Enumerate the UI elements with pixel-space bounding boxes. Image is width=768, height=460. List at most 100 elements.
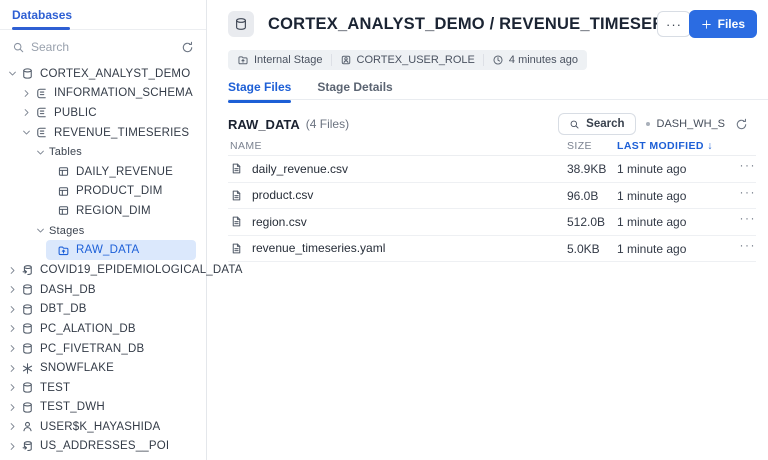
file-name: daily_revenue.csv	[252, 162, 348, 176]
clock-icon	[492, 54, 504, 66]
chevron-right-icon[interactable]	[21, 87, 35, 99]
stage-metadata-badges: Internal Stage CORTEX_USER_ROLE 4 minutes …	[228, 50, 587, 70]
file-last-modified: 1 minute ago	[617, 189, 686, 203]
chevron-right-icon[interactable]	[21, 107, 35, 119]
badge-label: 4 minutes ago	[509, 54, 578, 66]
stage-detail-main: CORTEX_ANALYST_DEMO / REVENUE_TIMESERIES…	[208, 0, 768, 460]
sidebar-item-test-dwh[interactable]: TEST_DWH	[0, 398, 206, 418]
chevron-right-icon[interactable]	[7, 343, 21, 355]
row-menu-button[interactable]: ···	[740, 238, 757, 252]
schema-icon	[35, 87, 48, 100]
sidebar-item-label: PC_FIVETRAN_DB	[40, 343, 144, 355]
sidebar-item-covid19-epidemiological-data[interactable]: COVID19_EPIDEMIOLOGICAL_DATA	[0, 260, 206, 280]
row-menu-button[interactable]: ···	[740, 185, 757, 199]
sidebar-item-label: TEST	[40, 382, 70, 394]
badge-label: Internal Stage	[254, 54, 323, 66]
database-icon	[21, 303, 34, 316]
chevron-down-icon[interactable]	[7, 68, 21, 80]
sidebar-item-dbt-db[interactable]: DBT_DB	[0, 300, 206, 320]
sidebar-item-cortex-analyst-demo[interactable]: CORTEX_ANALYST_DEMO	[0, 64, 206, 84]
more-actions-button[interactable]: ···	[657, 11, 691, 37]
files-search-label: Search	[586, 118, 624, 130]
sidebar-item-label: DBT_DB	[40, 303, 87, 315]
table-icon	[57, 165, 70, 178]
badge-4-minutes-ago: 4 minutes ago	[492, 54, 578, 66]
sidebar-item-product-dim[interactable]: PRODUCT_DIM	[0, 182, 206, 202]
schema-icon	[35, 126, 48, 139]
chevron-right-icon[interactable]	[7, 362, 21, 374]
sidebar-item-label: CORTEX_ANALYST_DEMO	[40, 68, 190, 80]
sidebar-item-label: REVENUE_TIMESERIES	[54, 127, 189, 139]
table-icon	[57, 204, 70, 217]
files-list-header: RAW_DATA (4 Files) Search DASH_WH_S	[228, 112, 748, 136]
chevron-right-icon[interactable]	[7, 440, 21, 452]
sidebar-item-revenue-timeseries[interactable]: REVENUE_TIMESERIES	[0, 123, 206, 143]
sidebar-item-label: SNOWFLAKE	[40, 362, 114, 374]
table-icon	[57, 185, 70, 198]
user-icon	[21, 420, 34, 433]
file-name-cell: product.csv	[230, 183, 313, 209]
row-menu-button[interactable]: ···	[740, 158, 757, 172]
file-row-revenue-timeseries-yaml[interactable]: revenue_timeseries.yaml5.0KB1 minute ago…	[228, 236, 756, 263]
file-row-product-csv[interactable]: product.csv 96.0B 1 minute ago ···	[228, 183, 756, 210]
tab-databases[interactable]: Databases	[12, 8, 72, 22]
chevron-down-icon[interactable]	[21, 127, 35, 139]
sidebar-item-pc-alation-db[interactable]: PC_ALATION_DB	[0, 319, 206, 339]
chevron-right-icon[interactable]	[7, 284, 21, 296]
sidebar-item-label: Tables	[49, 146, 82, 158]
sidebar-item-information-schema[interactable]: INFORMATION_SCHEMA	[0, 84, 206, 104]
sidebar-search-row	[0, 30, 206, 64]
sidebar-item-label: PRODUCT_DIM	[76, 185, 163, 197]
databases-sidebar: Databases CORTEX_ANALYST_DEMO INFORMATION…	[0, 0, 207, 460]
file-icon	[230, 215, 243, 228]
sidebar-item-daily-revenue[interactable]: DAILY_REVENUE	[0, 162, 206, 182]
sidebar-item-stages[interactable]: Stages	[0, 221, 206, 241]
badge-cortex-user-role: CORTEX_USER_ROLE	[340, 54, 475, 66]
chevron-right-icon[interactable]	[7, 323, 21, 335]
sidebar-item-user-k-hayashida[interactable]: USER$K_HAYASHIDA	[0, 417, 206, 437]
file-size: 96.0B	[567, 189, 598, 203]
sidebar-item-dash-db[interactable]: DASH_DB	[0, 280, 206, 300]
search-icon	[569, 119, 580, 130]
database-icon	[21, 67, 34, 80]
stage-icon	[57, 244, 70, 257]
refresh-icon[interactable]	[181, 41, 194, 54]
sidebar-header: Databases	[0, 0, 206, 30]
sidebar-item-label: DASH_DB	[40, 284, 96, 296]
warehouse-selector[interactable]: DASH_WH_S	[646, 118, 725, 130]
badge-separator	[331, 54, 332, 66]
chevron-right-icon[interactable]	[7, 401, 21, 413]
shared-database-icon	[21, 440, 34, 453]
chevron-right-icon[interactable]	[7, 303, 21, 315]
sidebar-item-raw-data[interactable]: RAW_DATA	[46, 240, 196, 260]
column-last-modified-sort[interactable]: LAST MODIFIED ↓	[617, 140, 713, 152]
sidebar-item-snowflake[interactable]: SNOWFLAKE	[0, 358, 206, 378]
refresh-icon[interactable]	[735, 118, 748, 131]
chevron-down-icon[interactable]	[35, 146, 49, 158]
column-size[interactable]: SIZE	[567, 140, 592, 152]
sidebar-item-tables[interactable]: Tables	[0, 142, 206, 162]
files-table: NAME SIZE LAST MODIFIED ↓ daily_revenue.…	[228, 138, 756, 262]
file-row-daily-revenue-csv[interactable]: daily_revenue.csv38.9KB1 minute ago···	[228, 156, 756, 183]
sidebar-item-test[interactable]: TEST	[0, 378, 206, 398]
chevron-right-icon[interactable]	[7, 264, 21, 276]
file-icon	[230, 189, 243, 202]
row-menu-button[interactable]: ···	[740, 211, 757, 225]
sidebar-item-region-dim[interactable]: REGION_DIM	[0, 201, 206, 221]
sidebar-item-label: DAILY_REVENUE	[76, 166, 173, 178]
chevron-down-icon[interactable]	[35, 225, 49, 237]
search-input[interactable]	[31, 40, 175, 54]
chevron-right-icon[interactable]	[7, 421, 21, 433]
column-name[interactable]: NAME	[230, 140, 262, 152]
sidebar-item-public[interactable]: PUBLIC	[0, 103, 206, 123]
sidebar-item-pc-fivetran-db[interactable]: PC_FIVETRAN_DB	[0, 339, 206, 359]
stage-icon	[237, 54, 249, 66]
file-row-region-csv[interactable]: region.csv512.0B1 minute ago···	[228, 209, 756, 236]
add-files-label: Files	[718, 17, 745, 31]
page-header: CORTEX_ANALYST_DEMO / REVENUE_TIMESERIES…	[228, 10, 757, 38]
file-size: 38.9KB	[567, 162, 606, 176]
files-search-button[interactable]: Search	[558, 113, 635, 135]
sidebar-item-us-addresses-poi[interactable]: US_ADDRESSES__POI	[0, 437, 206, 457]
add-files-button[interactable]: Files	[689, 10, 757, 38]
chevron-right-icon[interactable]	[7, 382, 21, 394]
